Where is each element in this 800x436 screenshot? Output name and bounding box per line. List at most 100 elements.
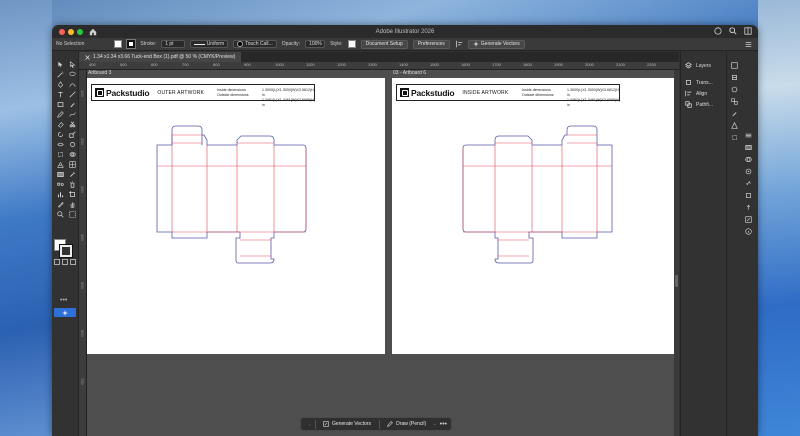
- selection-tool[interactable]: [55, 60, 65, 68]
- gradient-tool[interactable]: [55, 170, 65, 178]
- shape-builder-tool[interactable]: [67, 150, 77, 158]
- gradient-panel-icon[interactable]: [745, 144, 752, 151]
- align-icon[interactable]: [455, 40, 463, 48]
- artboard-tool[interactable]: [67, 190, 77, 198]
- paintbrush-tool[interactable]: [67, 100, 77, 108]
- artboard-2[interactable]: Packstudio INSIDE ARTWORK Inside dimensi…: [392, 78, 677, 354]
- direct-selection-tool[interactable]: [67, 60, 77, 68]
- stroke-swatch[interactable]: [126, 39, 137, 49]
- pencil-tool[interactable]: [55, 110, 65, 118]
- canvas[interactable]: Artboard 3 Packstudio OUTER ARTWORK Insi…: [87, 70, 679, 436]
- layout-icon[interactable]: [434, 421, 436, 428]
- hamburger-menu-icon[interactable]: [745, 41, 752, 48]
- close-window-button[interactable]: [59, 28, 65, 35]
- scale-tool[interactable]: [67, 130, 77, 138]
- search-icon[interactable]: [729, 27, 737, 35]
- rotate-tool[interactable]: [55, 130, 65, 138]
- document-setup-button[interactable]: Document Setup: [360, 39, 408, 49]
- blend-tool[interactable]: [55, 180, 65, 188]
- magic-wand-tool[interactable]: [55, 70, 65, 78]
- align-panel-tab[interactable]: Align: [685, 90, 707, 97]
- line-tool[interactable]: [67, 90, 77, 98]
- artboard-1-label[interactable]: Artboard 3: [88, 70, 111, 76]
- taskbar-generate-vectors-button[interactable]: Generate Vectors: [319, 419, 375, 429]
- close-icon[interactable]: [85, 54, 90, 60]
- libraries-icon[interactable]: [731, 74, 738, 81]
- eyedropper-tool[interactable]: [67, 170, 77, 178]
- print-tiling-tool[interactable]: [67, 210, 77, 218]
- scissors-tool[interactable]: [67, 120, 77, 128]
- preferences-button[interactable]: Preferences: [412, 39, 450, 49]
- gradient-mode-icon[interactable]: [62, 259, 68, 265]
- warp-tool[interactable]: [67, 140, 77, 148]
- share-icon[interactable]: [714, 27, 722, 35]
- export-icon[interactable]: [745, 204, 752, 211]
- edit-toolbar-icon[interactable]: •••: [60, 297, 67, 304]
- artboard-2-label[interactable]: 03 - Artboard 6: [393, 70, 426, 76]
- pathfinder-panel-tab[interactable]: Pathfi...: [685, 101, 713, 108]
- zoom-window-button[interactable]: [77, 28, 83, 35]
- column-graph-tool[interactable]: [55, 190, 65, 198]
- zoom-tool[interactable]: [55, 210, 65, 218]
- generate-vectors-label: Generate Vectors: [480, 41, 520, 47]
- lasso-tool[interactable]: [67, 70, 77, 78]
- graphic-style-swatch[interactable]: [347, 40, 356, 48]
- width-tool[interactable]: [55, 140, 65, 148]
- stroke-weight-select[interactable]: 1 pt: [161, 40, 186, 48]
- vertical-scrollbar[interactable]: [674, 70, 679, 436]
- eraser-tool[interactable]: [55, 120, 65, 128]
- fill-swatch[interactable]: [114, 40, 123, 48]
- info-icon[interactable]: [745, 228, 752, 235]
- hand-tool[interactable]: [67, 200, 77, 208]
- properties-icon[interactable]: [731, 62, 738, 69]
- swatches-icon[interactable]: [731, 98, 738, 105]
- type-tool[interactable]: [55, 90, 65, 98]
- slice-tool[interactable]: [55, 200, 65, 208]
- color-panel-icon[interactable]: [731, 86, 738, 93]
- links-icon[interactable]: [745, 180, 752, 187]
- selection-status: No Selection: [56, 41, 85, 47]
- mesh-tool[interactable]: [67, 160, 77, 168]
- vertical-ruler[interactable]: 100 200 300 400 500 600 700: [79, 70, 87, 436]
- curvature-tool[interactable]: [67, 80, 77, 88]
- brush-definition-select[interactable]: Touch Call...: [233, 40, 277, 48]
- brushes-icon[interactable]: [731, 110, 738, 117]
- generate-vectors-button[interactable]: Generate Vectors: [467, 39, 525, 49]
- arrange-icon[interactable]: [744, 27, 752, 35]
- transform-panel-tab[interactable]: Trans...: [685, 79, 713, 86]
- appearance-icon[interactable]: [745, 168, 752, 175]
- symbols-icon[interactable]: [731, 122, 738, 129]
- rectangle-tool[interactable]: [55, 100, 65, 108]
- more-options-icon[interactable]: •••: [440, 421, 447, 428]
- artboards-panel-icon[interactable]: [745, 192, 752, 199]
- dieline-outer-fold-lines: [156, 125, 307, 264]
- transparency-icon[interactable]: [745, 156, 752, 163]
- color-icon[interactable]: [54, 259, 60, 265]
- layers-panel-tab[interactable]: Layers: [685, 62, 711, 69]
- shaper-tool[interactable]: [67, 110, 77, 118]
- opacity-input[interactable]: 100%: [305, 40, 326, 48]
- perspective-grid-tool[interactable]: [55, 160, 65, 168]
- free-transform-tool[interactable]: [55, 150, 65, 158]
- home-icon[interactable]: [89, 28, 97, 36]
- graphic-styles-icon[interactable]: [731, 134, 738, 141]
- pen-tool[interactable]: [55, 80, 65, 88]
- dieline-outer[interactable]: [87, 78, 385, 354]
- stroke-color-swatch[interactable]: [59, 244, 73, 258]
- none-icon[interactable]: [70, 259, 76, 265]
- sparkle-icon: [62, 309, 68, 316]
- dieline-inside[interactable]: [392, 78, 677, 354]
- artboard-1[interactable]: Packstudio OUTER ARTWORK Inside dimensio…: [87, 78, 385, 354]
- horizontal-ruler[interactable]: 400 500 600 700 800 900 1000 1100 1200 1300 1400 15…: [79, 62, 679, 70]
- stroke-panel-icon[interactable]: [745, 132, 752, 139]
- symbol-sprayer-tool[interactable]: [67, 180, 77, 188]
- scrollbar-thumb[interactable]: [675, 275, 678, 287]
- pen-icon: [57, 80, 63, 88]
- minimize-window-button[interactable]: [68, 28, 74, 35]
- variable-width-profile-select[interactable]: Uniform: [190, 40, 229, 48]
- taskbar-draw-button[interactable]: Draw (Pencil): [383, 419, 430, 429]
- asset-export-icon[interactable]: [745, 216, 752, 223]
- generative-tool-button[interactable]: [54, 308, 76, 317]
- sparkle-icon[interactable]: [309, 421, 311, 428]
- document-tab[interactable]: 1.34 x1.34 x3.66 Tuck-end Box (1).pdf @ …: [79, 52, 242, 62]
